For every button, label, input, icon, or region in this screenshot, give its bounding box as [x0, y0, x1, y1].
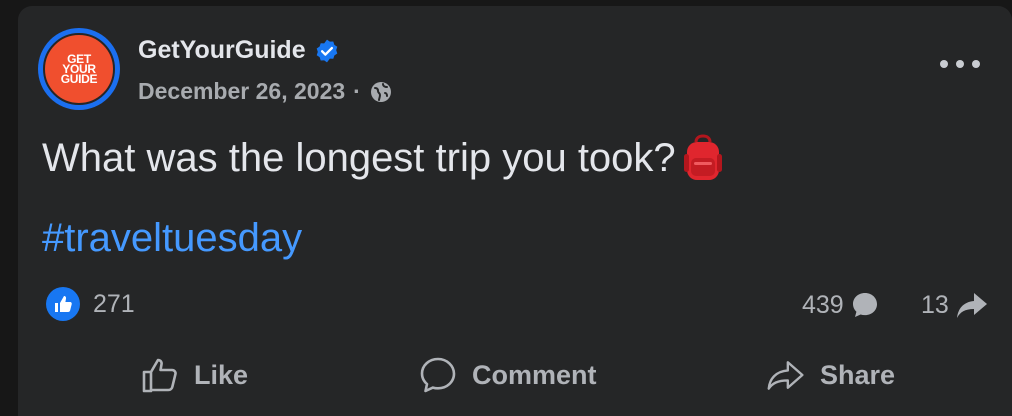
- comment-count-icon: [852, 293, 877, 317]
- like-button-label: Like: [194, 359, 249, 390]
- more-icon-dot: [972, 60, 980, 68]
- post-text-content: What was the longest trip you took?: [42, 135, 676, 180]
- comment-count-value: 439: [802, 290, 844, 319]
- author-name[interactable]: GetYourGuide: [138, 36, 306, 65]
- backpack-emoji-icon: [683, 134, 722, 180]
- thumbs-up-icon: [142, 358, 177, 393]
- comment-button-label: Comment: [472, 359, 597, 390]
- share-button-label: Share: [820, 359, 896, 390]
- share-count[interactable]: 13: [921, 290, 989, 320]
- share-count-icon: [956, 293, 987, 318]
- like-button[interactable]: Like: [140, 344, 248, 406]
- comment-count[interactable]: 439: [802, 290, 880, 320]
- post-card: GET YOUR GUIDE GetYourGuide December 26,…: [18, 6, 1012, 416]
- like-count[interactable]: 271: [93, 290, 135, 319]
- comment-icon: [420, 357, 456, 393]
- post-text: What was the longest trip you took?: [42, 134, 724, 182]
- hashtag-link[interactable]: #traveltuesday: [42, 216, 302, 261]
- avatar[interactable]: GET YOUR GUIDE: [38, 28, 120, 110]
- action-bar: Like Comment Share: [18, 344, 1012, 406]
- logo-text-line-3: GUIDE: [60, 72, 98, 86]
- author-row: GetYourGuide: [138, 36, 340, 65]
- like-reaction-icon[interactable]: [46, 287, 80, 321]
- more-icon-dot: [940, 60, 948, 68]
- meta-separator: ·: [353, 78, 361, 104]
- verified-icon: [316, 39, 337, 62]
- globe-icon: [370, 81, 391, 102]
- share-count-value: 13: [921, 290, 949, 319]
- thumbs-up-small-icon: [55, 296, 72, 312]
- more-icon-dot: [956, 60, 964, 68]
- comment-button[interactable]: Comment: [418, 344, 597, 406]
- post-meta: December 26, 2023 ·: [138, 78, 393, 105]
- share-button[interactable]: Share: [766, 344, 895, 406]
- brand-logo: GET YOUR GUIDE: [43, 33, 115, 105]
- post-date[interactable]: December 26, 2023: [138, 78, 345, 105]
- share-icon: [767, 361, 804, 390]
- more-options-button[interactable]: [940, 52, 980, 76]
